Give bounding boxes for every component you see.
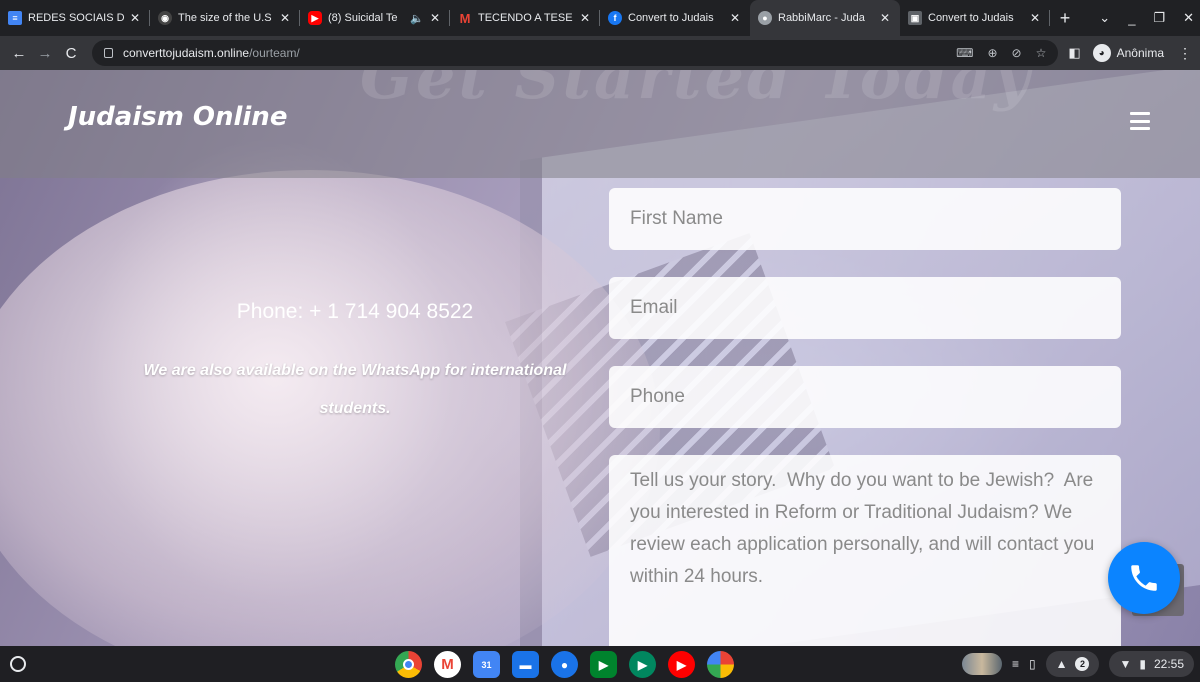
tab-title: REDES SOCIAIS DI (28, 12, 124, 24)
meet-icon[interactable]: ▶ (590, 651, 617, 678)
clock: 22:55 (1153, 657, 1184, 671)
close-window-icon[interactable]: ✕ (1183, 10, 1194, 26)
story-textarea[interactable] (609, 455, 1121, 646)
tab-title: RabbiMarc - Juda (778, 12, 865, 24)
site-logo[interactable]: Judaism Online (68, 102, 287, 132)
play-store-icon[interactable]: ▶ (629, 651, 656, 678)
zoom-icon[interactable]: ⊕ (987, 46, 997, 60)
close-tab-icon[interactable]: ✕ (578, 11, 592, 25)
tab-search-icon[interactable]: ⌄ (1099, 10, 1110, 26)
lock-icon[interactable] (104, 48, 113, 58)
pinned-apps: M 31 ▬ ● ▶ ▶ ▶ (395, 651, 734, 678)
site-header: Get Started Today Judaism Online (0, 70, 1200, 178)
tab-title: Convert to Judais (628, 12, 714, 24)
notification-pod[interactable]: ▲ 2 (1045, 651, 1100, 677)
system-status-pod[interactable]: ▼ ▮ 22:55 (1109, 651, 1194, 677)
bookmark-star-icon[interactable]: ☆ (1036, 46, 1047, 60)
calendar-icon[interactable]: 31 (473, 651, 500, 678)
os-shelf: M 31 ▬ ● ▶ ▶ ▶ ≡ ▯ ▲ 2 ▼ ▮ 22:55 (0, 646, 1200, 682)
contact-phone: Phone: + 1 714 904 8522 (236, 300, 474, 323)
site-icon: ▣ (908, 11, 922, 25)
tab-youtube[interactable]: ▶ (8) Suicidal Te 🔈 ✕ (300, 0, 450, 36)
tab-title: TECENDO A TESE (478, 12, 573, 24)
media-controls-icon[interactable]: ≡ (1012, 657, 1019, 671)
battery-icon: ▮ (1139, 657, 1146, 671)
docs-icon: ≡ (8, 11, 22, 25)
new-tab-button[interactable]: + (1050, 0, 1080, 36)
wifi-icon: ▼ (1119, 657, 1132, 671)
url-host: converttojudaism.online (123, 46, 250, 60)
reload-icon[interactable]: C (60, 45, 82, 62)
photos-icon[interactable] (707, 651, 734, 678)
minimize-icon[interactable]: _ (1128, 11, 1135, 26)
messages-icon[interactable]: ● (551, 651, 578, 678)
window-controls: ⌄ _ ❐ ✕ (1099, 0, 1194, 36)
close-tab-icon[interactable]: ✕ (428, 11, 442, 25)
tab-title: (8) Suicidal Te (328, 12, 398, 24)
restore-icon[interactable]: ❐ (1153, 10, 1165, 26)
back-icon[interactable]: ← (8, 45, 30, 62)
files-icon[interactable]: ▬ (512, 651, 539, 678)
tab-title: The size of the U.S (178, 12, 272, 24)
web-page: Get Started Today Judaism Online Phone: … (0, 70, 1200, 646)
holding-space-thumbnail[interactable] (961, 653, 1002, 675)
profile-icon: ● (758, 11, 772, 25)
tab-facebook-convert[interactable]: f Convert to Judais ✕ (600, 0, 750, 36)
tracking-blocked-icon[interactable]: ⊘ (1012, 46, 1022, 60)
close-tab-icon[interactable]: ✕ (278, 11, 292, 25)
ghost-heading: Get Started Today (360, 70, 1033, 113)
launcher-icon[interactable] (10, 656, 26, 672)
forward-icon[interactable]: → (34, 45, 56, 62)
tab-size-of-us[interactable]: ◉ The size of the U.S ✕ (150, 0, 300, 36)
notification-count: 2 (1075, 657, 1090, 671)
warning-icon: ▲ (1055, 657, 1068, 671)
status-tray: ≡ ▯ ▲ 2 ▼ ▮ 22:55 (961, 651, 1194, 677)
tab-rabbimarc[interactable]: ● RabbiMarc - Juda ✕ (750, 0, 900, 36)
hamburger-menu-icon[interactable] (1130, 112, 1150, 130)
more-menu-icon[interactable]: ⋮ (1178, 45, 1192, 62)
profile-label: Anônima (1116, 46, 1164, 60)
gmail-icon[interactable]: M (434, 651, 461, 678)
address-bar[interactable]: converttojudaism.online/ourteam/ ⌨ ⊕ ⊘ ☆ (92, 40, 1059, 66)
youtube-icon: ▶ (308, 11, 322, 25)
side-panel-icon[interactable]: ◧ (1068, 45, 1080, 61)
gmail-icon: M (459, 10, 471, 26)
audio-playing-icon[interactable]: 🔈 (410, 12, 424, 25)
facebook-icon: f (608, 11, 622, 25)
phone-icon (1131, 565, 1157, 591)
phone-input[interactable] (609, 366, 1121, 428)
browser-toolbar: ← → C converttojudaism.online/ourteam/ ⌨… (0, 36, 1200, 70)
close-tab-icon[interactable]: ✕ (1028, 11, 1042, 25)
globe-icon: ◉ (158, 11, 172, 25)
incognito-profile[interactable]: ◕ Anônima (1092, 44, 1164, 62)
tote-icon[interactable]: ▯ (1029, 657, 1036, 671)
tab-title: Convert to Judais (928, 12, 1014, 24)
call-button[interactable] (1108, 542, 1180, 614)
chrome-icon[interactable] (395, 651, 422, 678)
email-input[interactable] (609, 277, 1121, 339)
tab-redes-sociais[interactable]: ≡ REDES SOCIAIS DI ✕ (0, 0, 150, 36)
close-tab-icon[interactable]: ✕ (128, 11, 142, 25)
tab-tecendo-a-tese[interactable]: M TECENDO A TESE ✕ (450, 0, 600, 36)
incognito-icon: ◕ (1092, 44, 1111, 62)
youtube-icon[interactable]: ▶ (668, 651, 695, 678)
first-name-input[interactable] (609, 188, 1121, 250)
url-path: /ourteam/ (249, 46, 300, 60)
whatsapp-note: We are also available on the WhatsApp fo… (143, 362, 567, 417)
tab-convert-site[interactable]: ▣ Convert to Judais ✕ (900, 0, 1050, 36)
close-tab-icon[interactable]: ✕ (728, 11, 742, 25)
translate-icon[interactable]: ⌨ (956, 46, 973, 60)
tab-strip: ≡ REDES SOCIAIS DI ✕ ◉ The size of the U… (0, 0, 1200, 36)
close-tab-icon[interactable]: ✕ (878, 11, 892, 25)
